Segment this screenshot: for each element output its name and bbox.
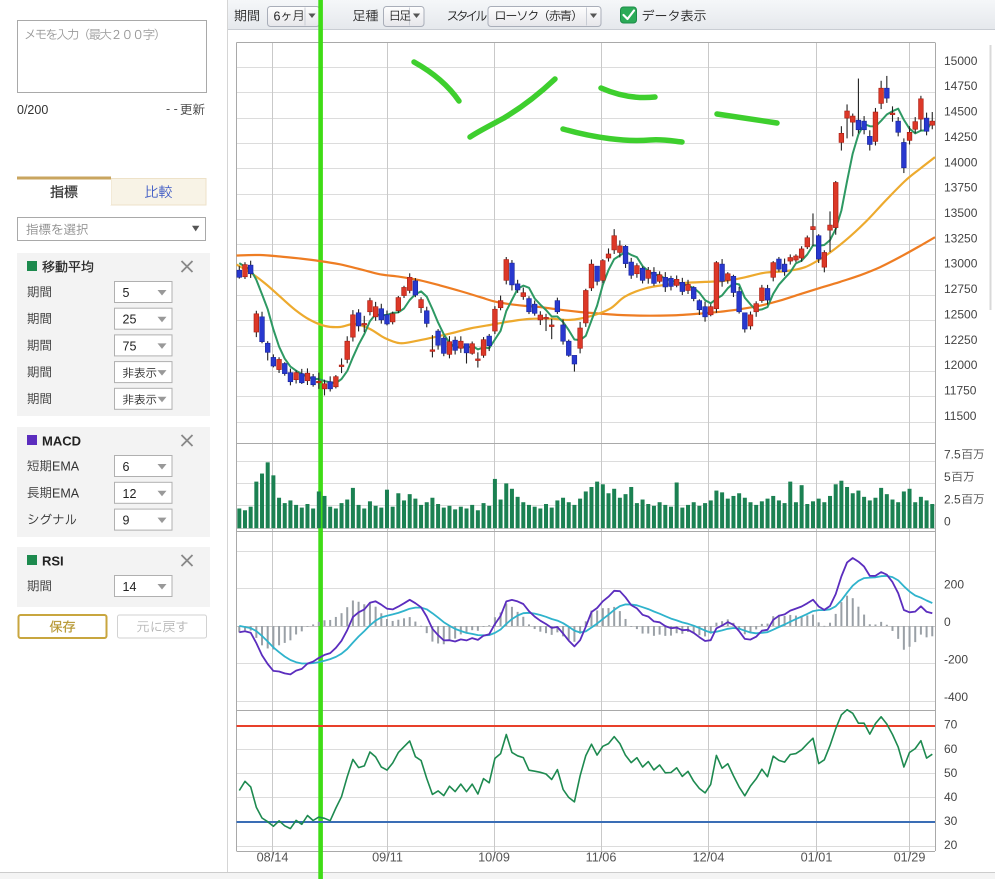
svg-text:30: 30 xyxy=(944,814,958,828)
svg-text:5: 5 xyxy=(123,286,130,300)
svg-text:14750: 14750 xyxy=(944,79,978,93)
svg-text:-400: -400 xyxy=(944,690,968,704)
svg-text:13750: 13750 xyxy=(944,181,978,195)
svg-text:0/200: 0/200 xyxy=(17,103,48,117)
svg-text:14250: 14250 xyxy=(944,130,978,144)
svg-text:12750: 12750 xyxy=(944,282,978,296)
svg-text:70: 70 xyxy=(944,718,958,732)
svg-text:10/09: 10/09 xyxy=(478,851,510,865)
svg-text:11750: 11750 xyxy=(944,384,977,398)
svg-text:09/11: 09/11 xyxy=(372,851,403,865)
svg-text:5: 5 xyxy=(944,470,951,484)
svg-text:20: 20 xyxy=(944,838,958,852)
svg-text:08/14: 08/14 xyxy=(257,851,289,865)
svg-text:25: 25 xyxy=(123,313,137,327)
svg-text:MACD: MACD xyxy=(42,434,81,449)
svg-text:-200: -200 xyxy=(944,652,968,666)
svg-text:12: 12 xyxy=(123,487,137,501)
svg-text:2.5: 2.5 xyxy=(944,492,961,506)
svg-text:12500: 12500 xyxy=(944,307,978,321)
svg-text:14: 14 xyxy=(123,580,137,594)
svg-text:40: 40 xyxy=(944,790,958,804)
svg-text:15000: 15000 xyxy=(944,54,978,68)
svg-text:14000: 14000 xyxy=(944,155,978,169)
svg-text:9: 9 xyxy=(123,514,130,528)
svg-text:13250: 13250 xyxy=(944,231,978,245)
svg-text:6: 6 xyxy=(274,10,281,24)
svg-text:12250: 12250 xyxy=(944,333,978,347)
svg-text:13000: 13000 xyxy=(944,257,978,271)
svg-text:75: 75 xyxy=(123,339,137,353)
svg-text:7.5: 7.5 xyxy=(944,448,961,462)
svg-text:6: 6 xyxy=(123,460,130,474)
svg-text:12/04: 12/04 xyxy=(693,851,725,865)
svg-text:0: 0 xyxy=(944,615,951,629)
svg-text:- -: - - xyxy=(166,102,178,116)
svg-text:EMA: EMA xyxy=(52,486,80,500)
svg-text:60: 60 xyxy=(944,742,958,756)
svg-text:200: 200 xyxy=(944,577,964,591)
svg-text:RSI: RSI xyxy=(42,554,64,569)
svg-text:13500: 13500 xyxy=(944,206,978,220)
svg-text:14500: 14500 xyxy=(944,105,978,119)
svg-text:01/29: 01/29 xyxy=(894,851,926,865)
svg-text:11/06: 11/06 xyxy=(586,851,617,865)
svg-text:12000: 12000 xyxy=(944,358,978,372)
svg-text:EMA: EMA xyxy=(52,460,80,474)
svg-text:01/01: 01/01 xyxy=(801,851,833,865)
svg-text:0: 0 xyxy=(944,515,951,529)
svg-text:50: 50 xyxy=(944,766,958,780)
svg-text:11500: 11500 xyxy=(944,409,977,423)
